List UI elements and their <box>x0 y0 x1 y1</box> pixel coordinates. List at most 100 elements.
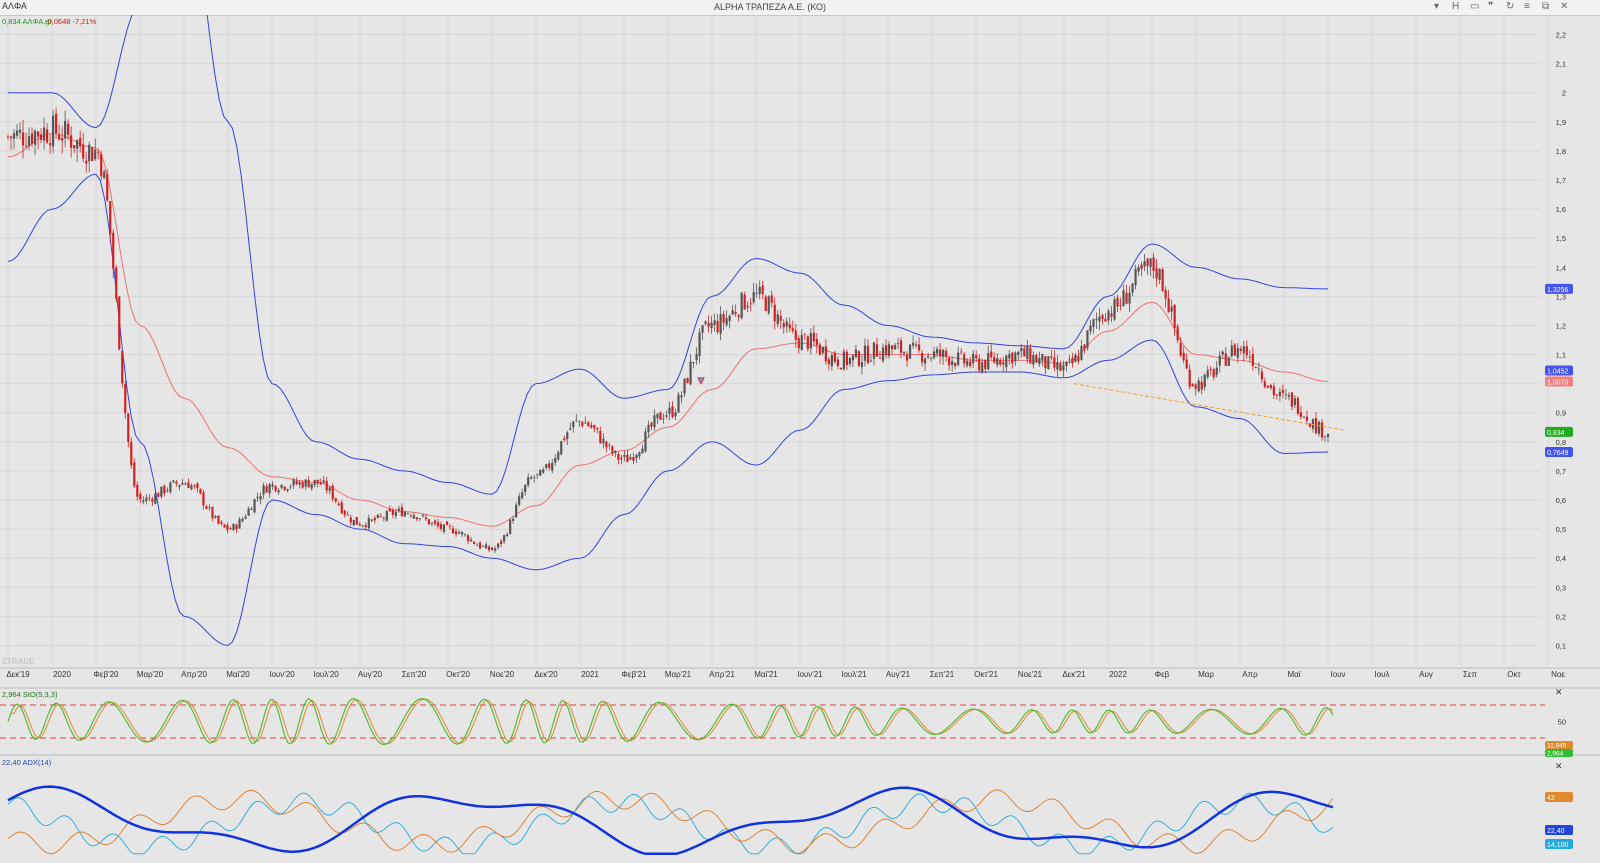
candle-body <box>343 510 346 515</box>
candle-body <box>590 425 593 428</box>
candle-body <box>939 349 942 357</box>
candle-body <box>148 497 151 499</box>
candle-body <box>100 154 103 177</box>
x-tick-label: 2020 <box>53 670 71 679</box>
candle-body <box>716 321 719 332</box>
candle-body <box>674 412 677 417</box>
candle-body <box>1290 392 1294 407</box>
candle-body <box>1047 356 1050 370</box>
candle-body <box>1293 398 1297 406</box>
candle-body <box>61 137 64 141</box>
candle-body <box>887 344 891 357</box>
candle-body <box>169 482 172 493</box>
candle-body <box>1032 355 1035 365</box>
candle-body <box>274 485 277 491</box>
candle-body <box>331 485 334 499</box>
candle-body <box>923 358 927 364</box>
candle-body <box>1299 412 1303 417</box>
price-badge: 0,834 <box>1545 426 1573 437</box>
candle-body <box>929 357 933 359</box>
stoch-badge-text: 11,949 <box>1547 743 1567 750</box>
candle-body <box>1050 356 1053 358</box>
candle-body <box>217 515 220 524</box>
quote-icon[interactable]: ❞ <box>1488 1 1493 13</box>
candle-body <box>1320 422 1324 438</box>
candle-body <box>430 522 434 524</box>
candle-body <box>548 463 551 468</box>
close-icon[interactable]: ✕ <box>1560 1 1568 13</box>
candle-body <box>782 323 785 328</box>
candle-body <box>896 342 900 344</box>
candle-body <box>1101 314 1104 319</box>
candle-body <box>283 486 286 490</box>
window-title: ALPHA ΤΡΑΠΕΖΑ Α.Ε. (ΚΟ) <box>713 2 827 12</box>
candle-body <box>352 519 355 526</box>
x-tick-label: Σεπ <box>1463 670 1478 679</box>
candle-body <box>1029 347 1032 364</box>
candle-body <box>975 355 978 359</box>
stoch-close-icon[interactable]: ✕ <box>1555 687 1563 697</box>
candle-body <box>1239 348 1242 351</box>
candle-body <box>385 511 388 521</box>
candle-body <box>1041 353 1044 361</box>
candle-body <box>803 333 806 335</box>
candle-body <box>614 450 617 454</box>
x-tick-label: Φεβ'21 <box>622 670 648 679</box>
price-badge-text: 0,7649 <box>1547 450 1569 457</box>
candle-body <box>133 462 136 487</box>
adx-close-icon[interactable]: ✕ <box>1555 761 1563 771</box>
candle-body <box>542 469 545 473</box>
candle-body <box>1236 347 1239 358</box>
stoch-badge: 11,949 <box>1545 741 1573 750</box>
candle-body <box>415 517 419 520</box>
candle-body <box>154 493 157 504</box>
candle-body <box>1245 346 1248 356</box>
x-tick-label: Φεβ <box>1155 670 1170 679</box>
candle-body <box>45 129 49 143</box>
candle-body <box>1083 344 1086 350</box>
candle-body <box>554 457 557 463</box>
chart-area[interactable]: Δεκ'19 2020 Φεβ'20 Μαρ'20 Απρ'20 Μαϊ'20 Ιουν'2… <box>0 15 1600 863</box>
candle-body <box>424 517 428 520</box>
candle-body <box>1242 346 1245 354</box>
menu-icon[interactable]: ≡ <box>1524 1 1530 13</box>
candle-body <box>839 367 842 370</box>
candle-body <box>707 322 710 327</box>
y-tick-label: 0,7 <box>1556 467 1566 476</box>
candle-body <box>509 519 512 534</box>
candle-body <box>506 534 509 537</box>
candle-body <box>701 325 704 333</box>
panel-icon[interactable]: ▭ <box>1470 1 1479 13</box>
candle-body <box>1263 381 1266 388</box>
candle-body <box>475 545 479 546</box>
price-badge-text: 1,0452 <box>1547 368 1569 375</box>
h-button[interactable]: H <box>1452 1 1459 13</box>
x-tick-label: Οκτ'21 <box>974 670 998 679</box>
candle-body <box>999 360 1002 365</box>
restore-icon[interactable]: ⧉ <box>1542 1 1549 13</box>
candle-body <box>936 348 939 354</box>
candle-body <box>304 479 307 487</box>
candle-body <box>1218 355 1221 366</box>
x-tick-label: Σεπ'21 <box>930 670 955 679</box>
candle-body <box>993 357 996 363</box>
candle-body <box>689 361 692 385</box>
y-tick-label: 0,5 <box>1556 525 1566 534</box>
candle-body <box>478 542 482 549</box>
x-tick-label: Απρ'21 <box>709 670 735 679</box>
candle-body <box>6 136 10 137</box>
candle-body <box>914 344 918 346</box>
candle-body <box>833 352 836 362</box>
candle-body <box>289 486 292 488</box>
candle-body <box>115 267 118 299</box>
candle-body <box>256 496 259 499</box>
candle-body <box>70 135 73 148</box>
candle-body <box>1170 306 1173 312</box>
candle-body <box>1287 394 1291 397</box>
candle-body <box>1008 354 1011 359</box>
dropdown-icon[interactable]: ▾ <box>1434 1 1439 13</box>
candle-body <box>427 519 431 525</box>
refresh-icon[interactable]: ↻ <box>1506 1 1514 13</box>
candle-body <box>82 144 85 159</box>
candle-body <box>379 515 382 517</box>
